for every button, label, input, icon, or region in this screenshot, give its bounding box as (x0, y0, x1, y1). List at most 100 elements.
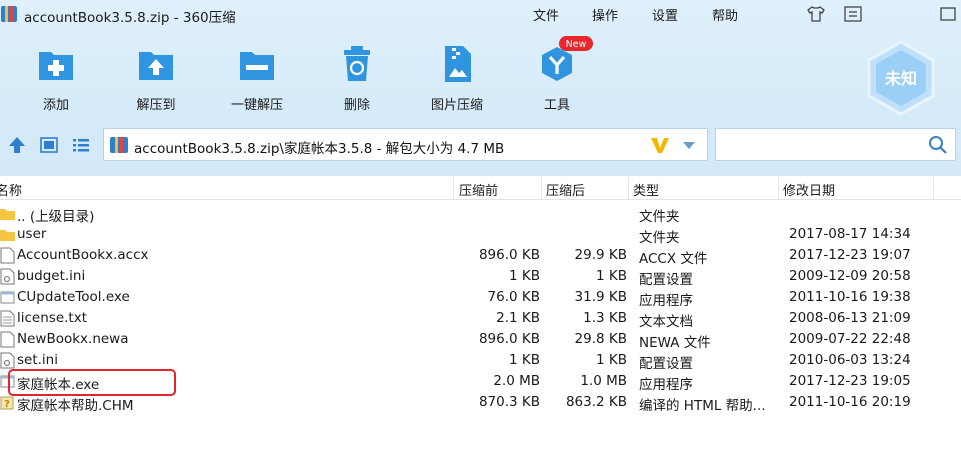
image-compress-button[interactable]: 图片压缩 (417, 44, 497, 114)
minimize-icon[interactable] (938, 5, 958, 23)
add-button[interactable]: 添加 (16, 44, 96, 114)
column-type[interactable]: 类型 (633, 180, 659, 199)
column-size[interactable]: 压缩前 (459, 180, 498, 199)
file-size: 1 KB (509, 268, 540, 284)
table-row[interactable]: budget.ini 1 KB 1 KB 配置设置 2009-12-09 20:… (0, 266, 961, 288)
file-type: 文本文档 (639, 314, 693, 330)
column-divider[interactable] (453, 177, 454, 199)
table-row[interactable]: ? 家庭帐本帮助.CHM 870.3 KB 863.2 KB 编译的 HTML … (0, 392, 961, 414)
menu-operation[interactable]: 操作 (592, 5, 618, 24)
security-status-badge[interactable]: 未知 (866, 40, 936, 116)
file-size: 870.3 KB (478, 394, 540, 410)
table-row[interactable]: 家庭帐本.exe 2.0 MB 1.0 MB 应用程序 2017-12-23 1… (0, 371, 961, 393)
extract-to-label: 解压到 (136, 98, 176, 113)
column-divider[interactable] (541, 177, 542, 199)
column-date[interactable]: 修改日期 (783, 180, 835, 199)
table-row[interactable]: .. (上级目录) 文件夹 (0, 203, 961, 225)
file-size: 2.1 KB (496, 310, 540, 326)
file-date: 2011-10-16 20:19 (789, 394, 911, 410)
column-divider[interactable] (628, 177, 629, 199)
skin-shirt-icon[interactable] (806, 5, 826, 23)
file-size: 896.0 KB (478, 247, 540, 263)
folder-icon (0, 209, 15, 220)
file-date: 2009-07-22 22:48 (789, 331, 911, 347)
file-date: 2017-08-17 14:34 (789, 226, 911, 242)
file-compressed-size: 1 KB (596, 268, 627, 284)
search-input[interactable] (722, 134, 921, 158)
file-name: .. (上级目录) (17, 209, 95, 225)
table-row[interactable]: user 文件夹 2017-08-17 14:34 (0, 224, 961, 246)
ini-file-icon (0, 352, 15, 369)
text-file-icon (0, 310, 15, 327)
delete-button[interactable]: 删除 (317, 44, 397, 114)
file-type: 文件夹 (639, 209, 680, 225)
address-path: accountBook3.5.8.zip\家庭帐本3.5.8 - 解包大小为 4… (134, 141, 505, 157)
add-icon (39, 52, 73, 80)
address-bar[interactable]: accountBook3.5.8.zip\家庭帐本3.5.8 - 解包大小为 4… (103, 128, 708, 161)
security-status-text: 未知 (884, 69, 917, 88)
exe-icon (0, 291, 15, 304)
tools-button[interactable]: 工具 (517, 44, 597, 114)
file-compressed-size: 1.0 MB (580, 373, 627, 389)
table-row[interactable]: set.ini 1 KB 1 KB 配置设置 2010-06-03 13:24 (0, 350, 961, 372)
folder-icon (0, 230, 15, 241)
file-date: 2011-10-16 19:38 (789, 289, 911, 305)
extract-to-button[interactable]: 解压到 (116, 44, 196, 114)
header-area: accountBook3.5.8.zip - 360压缩 文件 操作 设置 帮助… (0, 0, 961, 176)
one-click-extract-button[interactable]: 一键解压 (217, 44, 297, 114)
add-label: 添加 (42, 98, 69, 113)
search-icon[interactable] (928, 135, 948, 155)
file-name: 家庭帐本帮助.CHM (17, 398, 134, 414)
chm-help-icon: ? (0, 396, 14, 410)
svg-text:?: ? (4, 399, 10, 410)
file-type: 编译的 HTML 帮助... (639, 398, 766, 414)
file-date: 2017-12-23 19:05 (789, 373, 911, 389)
table-row[interactable]: AccountBookx.accx 896.0 KB 29.9 KB ACCX … (0, 245, 961, 267)
verified-v-icon[interactable] (649, 135, 671, 155)
file-size: 76.0 KB (487, 289, 540, 305)
new-badge: New (559, 36, 593, 51)
delete-icon (344, 46, 370, 81)
exe-icon (0, 375, 15, 388)
file-size: 2.0 MB (493, 373, 540, 389)
file-compressed-size: 31.9 KB (574, 289, 627, 305)
search-box[interactable] (715, 128, 956, 161)
file-date: 2010-06-03 13:24 (789, 352, 911, 368)
menu-settings[interactable]: 设置 (652, 5, 678, 24)
file-name: AccountBookx.accx (17, 247, 149, 263)
column-compressed-size[interactable]: 压缩后 (546, 180, 585, 199)
file-date: 2009-12-09 20:58 (789, 268, 911, 284)
new-badge-text: New (566, 39, 587, 50)
file-type: ACCX 文件 (639, 251, 708, 267)
table-row[interactable]: license.txt 2.1 KB 1.3 KB 文本文档 2008-06-1… (0, 308, 961, 330)
menu-box-icon[interactable] (843, 5, 863, 23)
menu-help[interactable]: 帮助 (712, 5, 738, 24)
ini-file-icon (0, 268, 15, 285)
one-click-extract-label: 一键解压 (230, 98, 283, 113)
extract-to-icon (139, 52, 173, 80)
menu-file[interactable]: 文件 (533, 5, 559, 24)
file-list: .. (上级目录) 文件夹 user 文件夹 2017-08-17 14:34 … (0, 203, 961, 457)
list-view-icon[interactable] (70, 134, 92, 156)
file-name: NewBookx.newa (17, 331, 129, 347)
chevron-down-icon[interactable] (682, 140, 696, 150)
column-header: 名称 压缩前 压缩后 类型 修改日期 (0, 177, 961, 200)
file-name: CUpdateTool.exe (17, 289, 130, 305)
image-compress-label: 图片压缩 (430, 98, 483, 113)
file-type: 文件夹 (639, 230, 680, 246)
table-row[interactable]: NewBookx.newa 896.0 KB 29.8 KB NEWA 文件 2… (0, 329, 961, 351)
file-icon (0, 331, 15, 348)
column-name[interactable]: 名称 (0, 180, 22, 199)
table-row[interactable]: CUpdateTool.exe 76.0 KB 31.9 KB 应用程序 201… (0, 287, 961, 309)
file-name: license.txt (17, 310, 87, 326)
file-size: 896.0 KB (478, 331, 540, 347)
column-divider[interactable] (778, 177, 779, 199)
file-date: 2017-12-23 19:07 (789, 247, 911, 263)
zip-archive-icon (110, 137, 128, 153)
column-divider[interactable] (933, 177, 934, 199)
up-level-icon[interactable] (6, 134, 28, 156)
thumbnail-view-icon[interactable] (38, 134, 60, 156)
file-compressed-size: 29.8 KB (574, 331, 627, 347)
file-type: 应用程序 (639, 377, 693, 393)
file-compressed-size: 29.9 KB (574, 247, 627, 263)
